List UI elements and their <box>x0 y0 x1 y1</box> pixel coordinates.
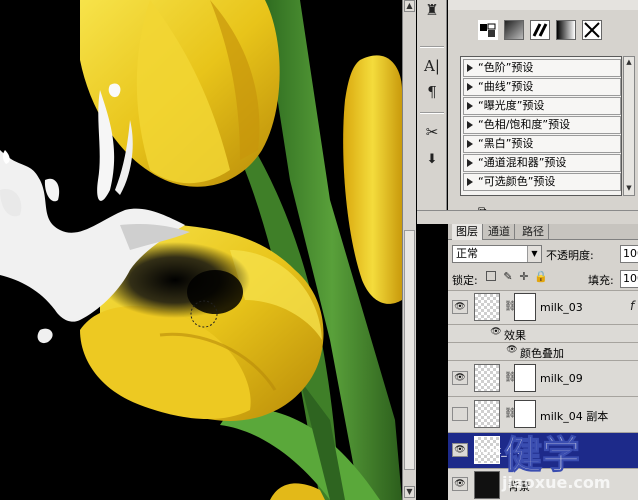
tab-paths[interactable]: 路径 <box>518 224 549 240</box>
layer-mask-thumbnail <box>514 293 536 321</box>
preset-hue-saturation[interactable]: “色相/饱和度”预设 <box>463 116 621 134</box>
chevron-down-icon: ▼ <box>527 246 541 262</box>
eye-icon[interactable]: 👁 <box>452 443 468 457</box>
layer-mask-thumbnail <box>514 400 536 428</box>
preset-levels[interactable]: “色阶”预设 <box>463 59 621 77</box>
layer-row[interactable]: 👁 ⛓ milk_03 f <box>448 290 638 324</box>
expand-triangle-icon <box>467 159 473 167</box>
layer-effect-item[interactable]: 👁 颜色叠加 <box>448 342 638 360</box>
stamp-icon[interactable]: ♜ <box>422 0 442 20</box>
scrollbar-thumb[interactable] <box>404 230 415 470</box>
layer-thumbnail <box>474 471 500 499</box>
preset-black-white[interactable]: “黑白”预设 <box>463 135 621 153</box>
tab-channels[interactable]: 通道 <box>484 224 515 240</box>
expand-triangle-icon <box>467 140 473 148</box>
expand-triangle-icon <box>467 83 473 91</box>
panel-divider <box>417 210 638 224</box>
layers-panel-tabs: 图层 通道 路径 <box>448 224 638 240</box>
document-canvas[interactable] <box>0 0 402 500</box>
layer-effects-header[interactable]: 👁 效果 <box>448 324 638 342</box>
fx-icon[interactable]: f <box>630 299 634 313</box>
scroll-down-button[interactable]: ▼ <box>624 183 634 194</box>
tulip-artwork <box>0 0 402 500</box>
fill-label: 填充: <box>588 274 614 287</box>
eye-icon[interactable]: 👁 <box>488 326 504 340</box>
preset-curves[interactable]: “曲线”预设 <box>463 78 621 96</box>
scroll-up-button[interactable]: ▲ <box>624 57 634 68</box>
opacity-input[interactable]: 100 <box>620 245 638 263</box>
expand-triangle-icon <box>467 121 473 129</box>
fill-input[interactable]: 100 <box>620 270 638 288</box>
canvas-vertical-scrollbar[interactable]: ▲ ▼ <box>402 0 416 500</box>
adjustment-presets-list: “色阶”预设 “曲线”预设 “曝光度”预设 “色相/饱和度”预设 “黑白”预设 … <box>460 56 622 196</box>
layer-row[interactable]: 👁 ⛓ milk_09 <box>448 360 638 396</box>
scroll-down-button[interactable]: ▼ <box>404 486 415 498</box>
selective-color-icon[interactable] <box>582 20 602 40</box>
preset-channel-mixer[interactable]: “通道混和器”预设 <box>463 154 621 172</box>
channel-mixer-icon[interactable] <box>478 20 498 40</box>
layer-thumbnail <box>474 400 500 428</box>
tab-layers[interactable]: 图层 <box>452 224 483 240</box>
text-icon[interactable]: A| <box>422 56 442 76</box>
layer-mask-thumbnail <box>514 364 536 392</box>
layer-row[interactable]: 👁 背景 <box>448 468 638 500</box>
lock-all-icon[interactable]: 🔒 <box>534 271 548 283</box>
gradient-map-icon[interactable] <box>556 20 576 40</box>
expand-triangle-icon <box>467 178 473 186</box>
adjustments-panel: “色阶”预设 “曲线”预设 “曝光度”预设 “色相/饱和度”预设 “黑白”预设 … <box>448 0 638 218</box>
preset-selective-color[interactable]: “可选颜色”预设 <box>463 173 621 191</box>
scroll-up-button[interactable]: ▲ <box>404 0 415 12</box>
presets-scrollbar[interactable]: ▲ ▼ <box>623 56 635 196</box>
scissors-icon[interactable]: ✂ <box>422 122 442 142</box>
lock-position-icon[interactable]: ✛ <box>518 271 530 283</box>
layers-panel: 图层 通道 路径 正常 ▼ 不透明度: 100 锁定: ✎ ✛ 🔒 填充: 10… <box>448 224 638 500</box>
opacity-label: 不透明度: <box>546 249 594 262</box>
eye-icon[interactable]: 👁 <box>452 371 468 385</box>
blend-mode-select[interactable]: 正常 ▼ <box>452 245 542 263</box>
visibility-toggle[interactable] <box>452 407 468 421</box>
layer-row-selected[interactable]: 👁 milk_04 <box>448 432 638 468</box>
eye-icon[interactable]: 👁 <box>452 477 468 491</box>
layer-thumbnail <box>474 364 500 392</box>
layer-row[interactable]: ⛓ milk_04 副本 <box>448 396 638 432</box>
tool-strip: ♜ A| ¶ ✂ ⬇ <box>417 0 447 210</box>
paragraph-icon[interactable]: ¶ <box>422 82 442 102</box>
layer-thumbnail <box>474 293 500 321</box>
stamp-arrow-icon[interactable]: ⬇ <box>422 150 442 170</box>
preset-exposure[interactable]: “曝光度”预设 <box>463 97 621 115</box>
expand-triangle-icon <box>467 102 473 110</box>
eye-icon[interactable]: 👁 <box>452 300 468 314</box>
invert-icon[interactable] <box>504 20 524 40</box>
posterize-icon[interactable] <box>530 20 550 40</box>
lock-pixels-icon[interactable]: ✎ <box>502 271 514 283</box>
eye-icon[interactable]: 👁 <box>504 344 520 358</box>
lock-label: 锁定: <box>452 274 478 287</box>
lock-transparency-icon[interactable] <box>486 271 496 281</box>
expand-triangle-icon <box>467 64 473 72</box>
